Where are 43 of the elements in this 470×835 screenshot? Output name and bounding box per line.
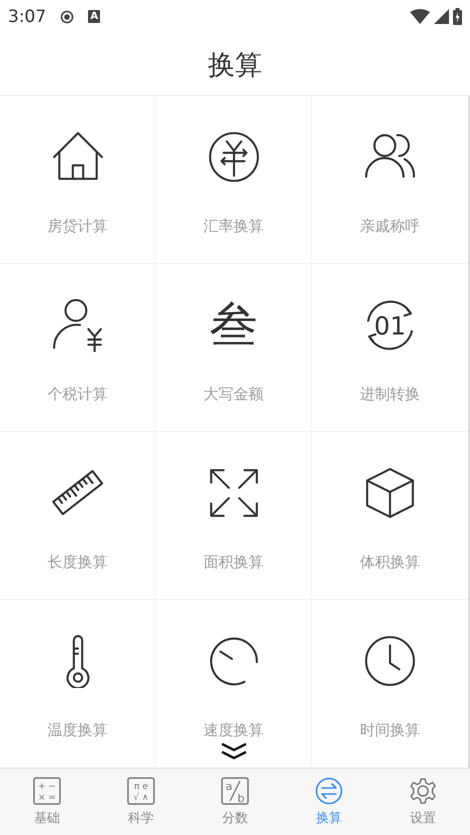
- nav-tab[interactable]: a b 分数: [188, 769, 282, 835]
- notification-icon: A: [88, 10, 100, 24]
- yen-exchange-icon: [206, 130, 260, 184]
- keypad-icon: π e √ ∧: [127, 777, 155, 806]
- tool-label: 时间换算: [360, 721, 420, 740]
- tool-label: 温度换算: [48, 721, 108, 740]
- nav-tab[interactable]: 换算: [282, 769, 376, 835]
- clock-icon: [363, 634, 417, 688]
- character-icon: 叁: [210, 298, 258, 352]
- tool-label: 速度换算: [204, 721, 264, 740]
- tool-tile[interactable]: 个税计算: [0, 264, 156, 432]
- tool-tile[interactable]: 面积换算: [156, 432, 312, 600]
- nav-tab[interactable]: + − × = 基础: [0, 769, 94, 835]
- battery-charging-icon: [453, 8, 462, 26]
- tool-label: 亲戚称呼: [360, 217, 420, 236]
- tool-tile[interactable]: 温度换算: [0, 600, 156, 768]
- tool-label: 房贷计算: [48, 217, 108, 236]
- fraction-icon: a b: [221, 777, 249, 806]
- tool-tile[interactable]: 房贷计算: [0, 96, 156, 264]
- tool-label: 大写金额: [204, 385, 264, 404]
- status-time: 3:07: [8, 6, 46, 27]
- tool-label: 面积换算: [204, 553, 264, 572]
- nav-tab[interactable]: 设置: [376, 769, 470, 835]
- tool-tile[interactable]: 汇率换算: [156, 96, 312, 264]
- keypad-icon: + − × =: [33, 777, 61, 806]
- tool-tile[interactable]: 叁 大写金额: [156, 264, 312, 432]
- swap-icon: [315, 777, 343, 806]
- page-title: 换算: [208, 48, 262, 83]
- tool-label: 进制转换: [360, 385, 420, 404]
- radio-icon: [60, 10, 74, 24]
- tool-label: 体积换算: [360, 553, 420, 572]
- tool-tile[interactable]: 速度换算: [156, 600, 312, 768]
- tool-label: 个税计算: [48, 385, 108, 404]
- tool-label: 长度换算: [48, 553, 108, 572]
- cube-icon: [363, 466, 417, 520]
- settings-icon: [409, 777, 437, 806]
- person-yen-icon: [50, 298, 104, 352]
- wifi-icon: [410, 9, 430, 24]
- tool-label: 汇率换算: [204, 217, 264, 236]
- double-chevron-icon[interactable]: [220, 742, 248, 760]
- tool-tile[interactable]: 长度换算: [0, 432, 156, 600]
- nav-tab[interactable]: π e √ ∧ 科学: [94, 769, 188, 835]
- signal-icon: [434, 9, 449, 24]
